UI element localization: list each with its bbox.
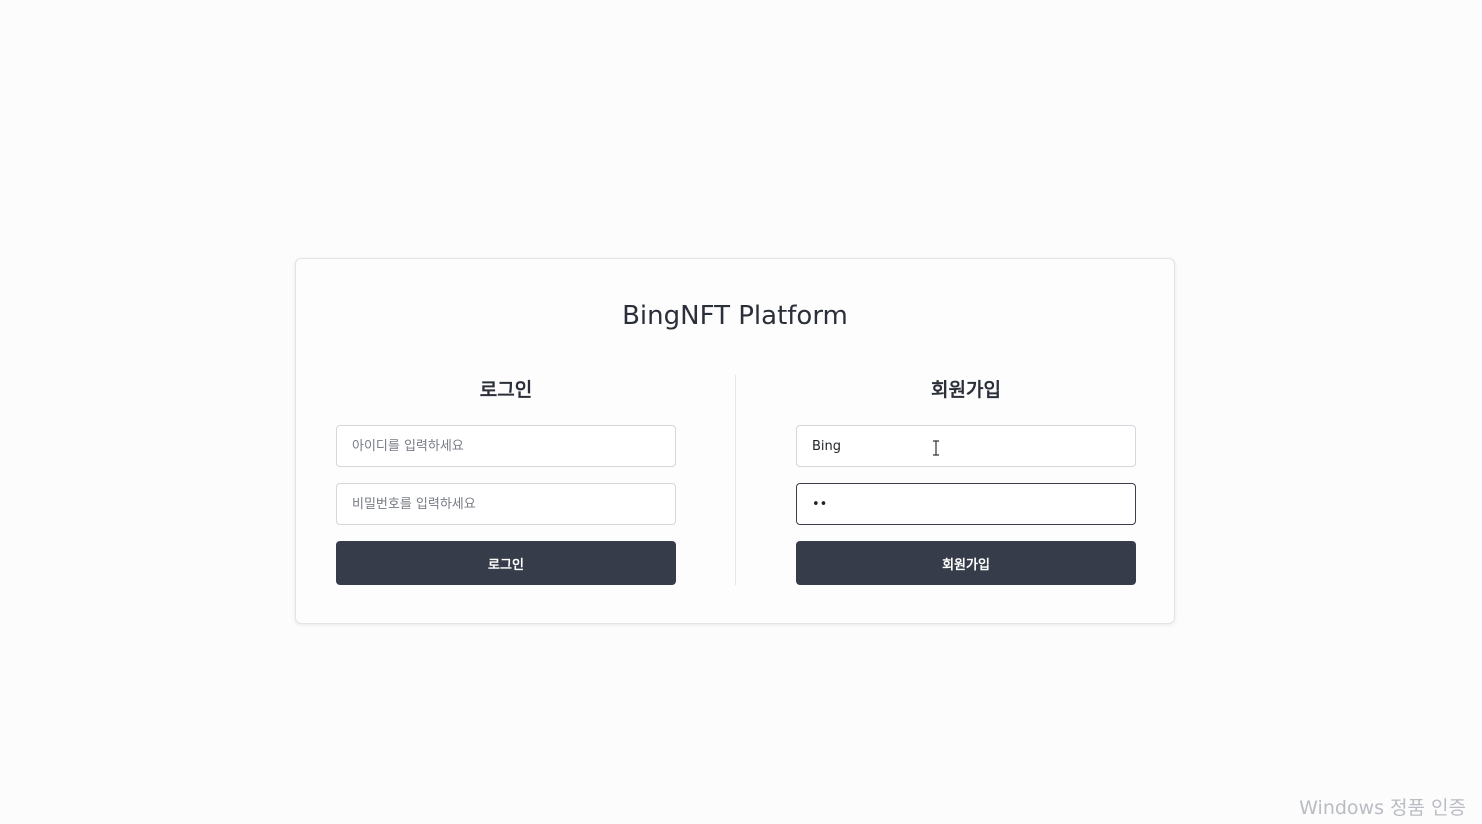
- text-cursor-icon: [933, 440, 939, 456]
- page-title: BingNFT Platform: [622, 301, 848, 331]
- login-id-input[interactable]: [336, 425, 676, 467]
- auth-card: BingNFT Platform 로그인 로그인 회원가입 회원가입: [295, 258, 1175, 624]
- login-button[interactable]: 로그인: [336, 541, 676, 585]
- signup-button[interactable]: 회원가입: [796, 541, 1136, 585]
- signup-panel: 회원가입 회원가입: [796, 375, 1136, 585]
- signup-id-input[interactable]: [796, 425, 1136, 467]
- login-password-input[interactable]: [336, 483, 676, 525]
- signup-password-input[interactable]: [796, 483, 1136, 525]
- page: BingNFT Platform 로그인 로그인 회원가입 회원가입 Windo…: [0, 0, 1482, 824]
- signup-heading: 회원가입: [931, 379, 1001, 401]
- login-panel: 로그인 로그인: [336, 375, 676, 585]
- windows-activation-watermark: Windows 정품 인증: [1299, 797, 1466, 819]
- login-heading: 로그인: [479, 379, 533, 401]
- panel-divider: [735, 375, 736, 585]
